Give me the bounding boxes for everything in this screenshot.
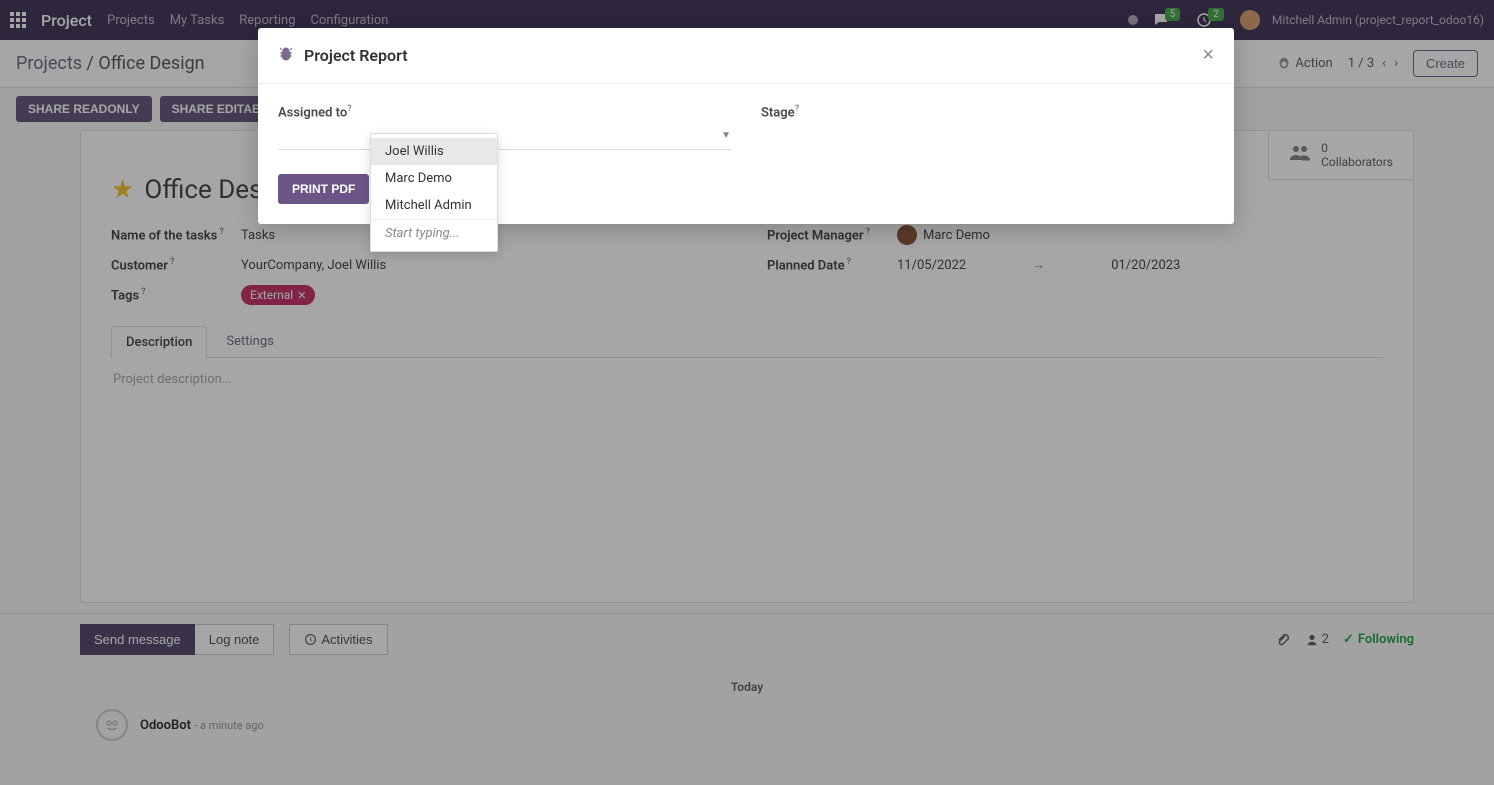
modal-title: Project Report xyxy=(304,46,408,65)
label-assigned-to: Assigned to? xyxy=(278,104,731,120)
field-stage: Stage? xyxy=(761,104,1214,150)
modal-close-button[interactable]: × xyxy=(1202,44,1214,67)
dropdown-item-joel[interactable]: Joel Willis xyxy=(371,138,497,165)
dropdown-item-mitchell[interactable]: Mitchell Admin xyxy=(371,192,497,219)
dropdown-caret-icon[interactable]: ▼ xyxy=(721,130,731,145)
field-assigned-to: Assigned to? ▼ xyxy=(278,104,731,150)
print-pdf-button[interactable]: PRINT PDF xyxy=(278,174,369,204)
bug-icon xyxy=(278,46,294,66)
assigned-to-input[interactable] xyxy=(278,130,721,145)
assigned-to-dropdown: Joel Willis Marc Demo Mitchell Admin Sta… xyxy=(370,133,498,252)
dropdown-item-marc[interactable]: Marc Demo xyxy=(371,165,497,192)
dropdown-start-typing[interactable]: Start typing... xyxy=(371,219,497,247)
label-stage: Stage? xyxy=(761,104,1214,120)
